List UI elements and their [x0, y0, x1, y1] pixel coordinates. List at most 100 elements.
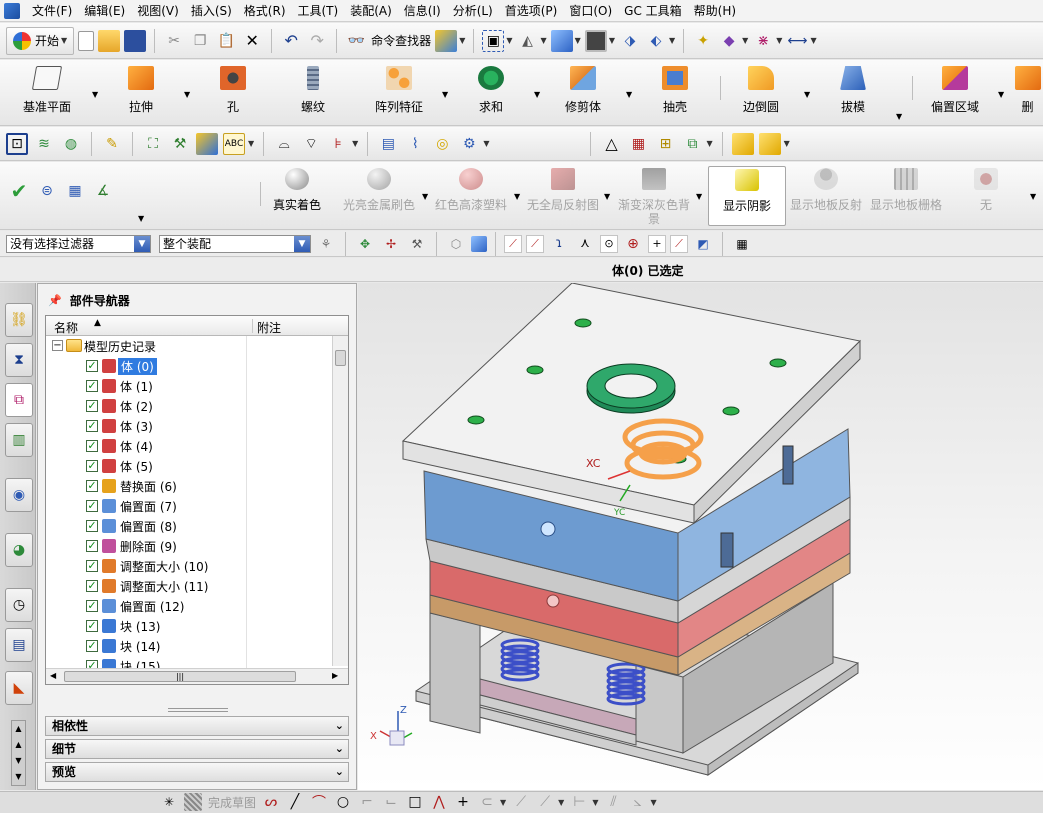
- mold-tool-icon[interactable]: ⚙: [458, 133, 480, 155]
- bearing-icon[interactable]: ◎: [431, 133, 453, 155]
- attribute-tag-icon[interactable]: ✎: [101, 133, 123, 155]
- tree-row[interactable]: ✓ 体 (1): [46, 376, 332, 396]
- tree-row[interactable]: ✓ 替换面 (6): [46, 476, 332, 496]
- visibility-checkbox[interactable]: ✓: [86, 440, 98, 452]
- chevron-down-icon[interactable]: ▼: [184, 90, 190, 99]
- visibility-checkbox[interactable]: ✓: [86, 460, 98, 472]
- unite-button[interactable]: 求和: [454, 64, 528, 120]
- chevron-down-icon[interactable]: ▼: [138, 214, 144, 223]
- graphics-window[interactable]: XC YC Z X: [358, 283, 1043, 790]
- point-icon[interactable]: +: [454, 793, 472, 811]
- tree-root-model-history[interactable]: − 模型历史记录: [46, 336, 332, 356]
- snap-on-curve-icon[interactable]: ⟋: [670, 234, 688, 253]
- assembly-navigator-tab[interactable]: ⛓: [5, 303, 33, 337]
- menu-tools[interactable]: 工具(T): [292, 0, 345, 22]
- red-plastic-button[interactable]: 红色高漆塑料: [428, 166, 514, 226]
- chevron-down-icon[interactable]: ▼: [626, 90, 632, 99]
- open-folder-icon[interactable]: [98, 29, 121, 52]
- collapse-icon[interactable]: −: [52, 340, 63, 351]
- chevron-down-icon[interactable]: ▼: [534, 90, 540, 99]
- scroll-thumb[interactable]: |||: [64, 671, 296, 682]
- panel-splitter[interactable]: [168, 708, 228, 712]
- true-shading-button[interactable]: 真实着色: [266, 166, 328, 226]
- history-palette-tab[interactable]: ◕: [5, 533, 33, 567]
- constraint-navigator-tab[interactable]: ⧗: [5, 343, 33, 377]
- visibility-checkbox[interactable]: ✓: [86, 380, 98, 392]
- draft-button[interactable]: 拔模: [816, 64, 890, 120]
- chevron-down-icon[interactable]: ▼: [248, 139, 254, 148]
- select-solid-icon[interactable]: [471, 235, 487, 252]
- dependencies-panel[interactable]: 相依性 ⌄: [45, 716, 349, 736]
- start-button[interactable]: 开始 ▼: [6, 26, 75, 55]
- wcs-icon[interactable]: ⋇: [752, 30, 774, 52]
- line-icon[interactable]: ╱: [286, 793, 304, 811]
- chevron-down-icon[interactable]: ▼: [896, 112, 902, 121]
- visibility-checkbox[interactable]: ✓: [86, 600, 98, 612]
- blocks-icon[interactable]: [731, 132, 754, 155]
- snap-midpoint-icon[interactable]: ⟋: [526, 234, 544, 253]
- triangle-icon[interactable]: △: [600, 133, 622, 155]
- thread-button[interactable]: 螺纹: [276, 64, 350, 120]
- scroll-left-icon[interactable]: ◀: [50, 671, 56, 680]
- visibility-checkbox[interactable]: ✓: [86, 420, 98, 432]
- visibility-checkbox[interactable]: ✓: [86, 480, 98, 492]
- chevron-down-icon[interactable]: ▼: [442, 90, 448, 99]
- menu-window[interactable]: 窗口(O): [563, 0, 618, 22]
- chevron-down-icon[interactable]: ▼: [998, 90, 1004, 99]
- select-face-icon[interactable]: ✢: [380, 233, 402, 255]
- extrude-button[interactable]: 拉伸: [104, 64, 178, 120]
- show-shadow-button[interactable]: 显示阴影: [708, 166, 786, 226]
- chamfer-icon[interactable]: ⌙: [382, 793, 400, 811]
- paste-icon[interactable]: 📋: [215, 30, 237, 52]
- check-table-icon[interactable]: ▦: [64, 180, 86, 202]
- snap-point-icon[interactable]: ✦: [692, 30, 714, 52]
- layers-icon[interactable]: ≋: [33, 133, 55, 155]
- pin-icon[interactable]: 📌: [48, 294, 62, 307]
- polygon-icon[interactable]: ⋀: [430, 793, 448, 811]
- chevron-down-icon[interactable]: ▼: [506, 36, 512, 45]
- chevron-down-icon[interactable]: ▼: [742, 36, 748, 45]
- visibility-checkbox[interactable]: ✓: [86, 620, 98, 632]
- visibility-checkbox[interactable]: ✓: [86, 520, 98, 532]
- chevron-down-icon[interactable]: ▼: [558, 798, 564, 807]
- trim-body-button[interactable]: 修剪体: [546, 64, 620, 120]
- check-angle-icon[interactable]: ∡: [92, 180, 114, 202]
- constraint-parallel-icon[interactable]: ⫽: [604, 793, 622, 811]
- delete-icon[interactable]: ✕: [241, 30, 263, 52]
- assembly-add-icon[interactable]: ⛶: [142, 133, 164, 155]
- chevron-down-icon[interactable]: ▼: [352, 139, 358, 148]
- quick-extend-icon[interactable]: ⟋: [536, 793, 554, 811]
- profile-icon[interactable]: ᔕ: [262, 793, 280, 811]
- tree-row[interactable]: ✓ 调整面大小 (11): [46, 576, 332, 596]
- menu-file[interactable]: 文件(F): [26, 0, 78, 22]
- new-file-icon[interactable]: [78, 30, 95, 51]
- chevron-down-icon[interactable]: ▼: [810, 36, 816, 45]
- quick-trim-icon[interactable]: ⟋: [512, 793, 530, 811]
- assembly-move-icon[interactable]: [196, 132, 218, 155]
- rectangle-icon[interactable]: □: [406, 793, 424, 811]
- cylinder-icon[interactable]: ▤: [377, 133, 399, 155]
- circle-icon[interactable]: ○: [334, 793, 352, 811]
- clock-history-tab[interactable]: ◷: [5, 588, 33, 622]
- scroll-thumb[interactable]: [335, 350, 346, 366]
- curve-analysis-icon[interactable]: ⊧: [327, 133, 349, 155]
- pattern-feature-button[interactable]: 阵列特征: [362, 64, 436, 120]
- tree-row[interactable]: ✓ 偏置面 (7): [46, 496, 332, 516]
- mesh-surface-icon[interactable]: ⌔: [300, 133, 322, 155]
- table-icon[interactable]: ▦: [627, 133, 649, 155]
- measure-distance-icon[interactable]: ⟷: [786, 30, 808, 52]
- visibility-checkbox[interactable]: ✓: [86, 400, 98, 412]
- part-shapes-icon[interactable]: [435, 29, 458, 52]
- snap-quadrant-icon[interactable]: ⊕: [622, 233, 644, 255]
- tree-row[interactable]: ✓ 偏置面 (12): [46, 596, 332, 616]
- vertical-scrollbar[interactable]: [332, 336, 348, 666]
- visibility-checkbox[interactable]: ✓: [86, 560, 98, 572]
- tree-row[interactable]: ✓ 体 (2): [46, 396, 332, 416]
- constraint-angle-icon[interactable]: ⦣: [628, 793, 646, 811]
- chevron-down-icon[interactable]: ▼: [1030, 192, 1036, 201]
- cut-icon[interactable]: ✂: [163, 30, 185, 52]
- reuse-library-tab[interactable]: ▥: [5, 423, 33, 457]
- menu-insert[interactable]: 插入(S): [185, 0, 238, 22]
- tree-row[interactable]: ✓ 体 (0): [46, 356, 332, 376]
- no-reflection-map-button[interactable]: 无全局反射图: [522, 166, 604, 226]
